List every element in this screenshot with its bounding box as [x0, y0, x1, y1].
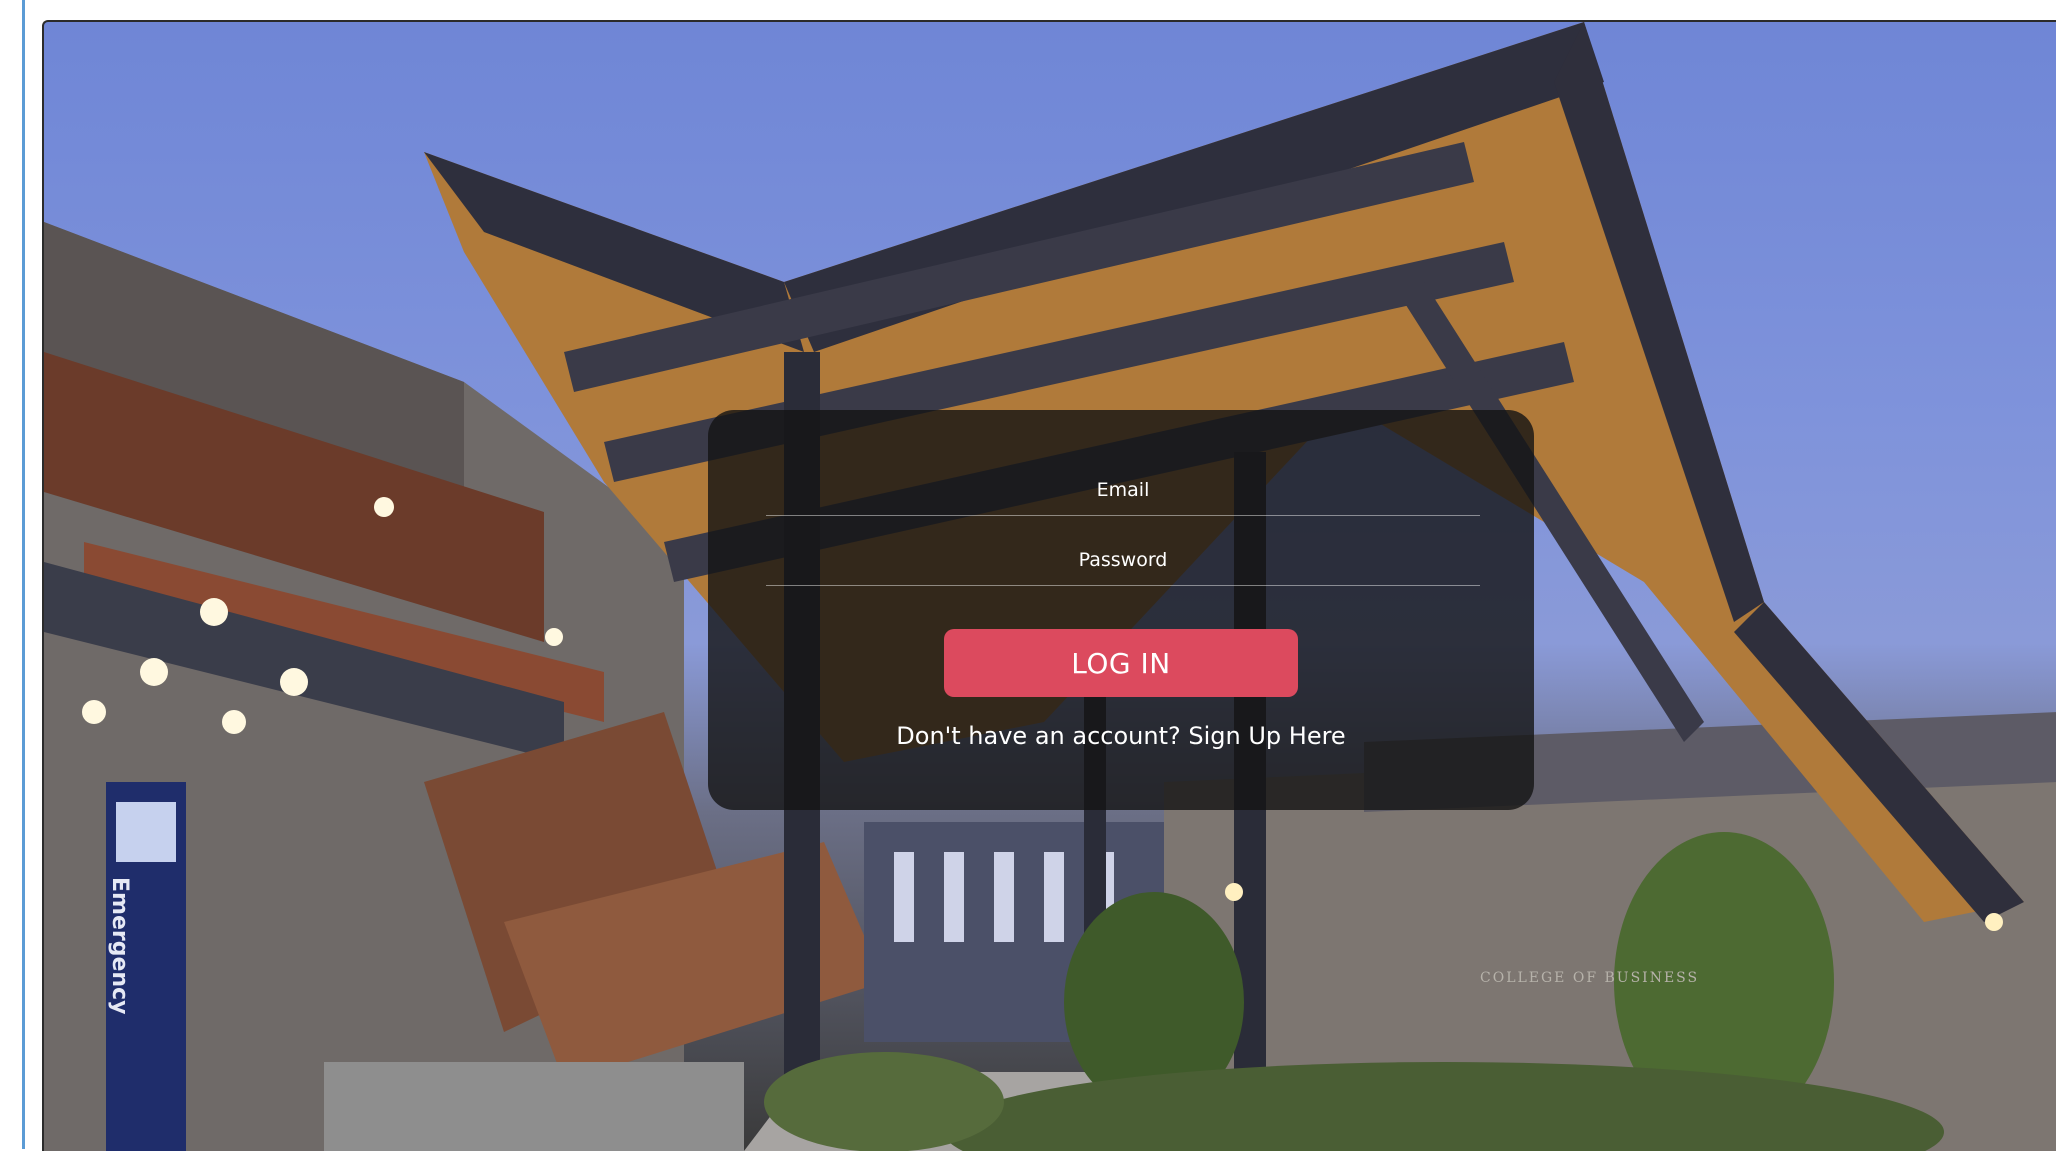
signup-link[interactable]: Sign Up Here	[1188, 722, 1345, 750]
password-input[interactable]	[766, 535, 1480, 586]
email-input[interactable]	[766, 465, 1480, 516]
login-card: LOG IN Don't have an account? Sign Up He…	[708, 410, 1534, 810]
signup-prompt: Don't have an account? Sign Up Here	[708, 722, 1534, 750]
login-button[interactable]: LOG IN	[944, 629, 1298, 697]
emergency-sign-text: Emergency	[107, 877, 132, 1015]
building-sign-text: COLLEGE OF BUSINESS	[1480, 970, 1700, 986]
background-photo: Emergency COLLEGE OF BUSINESS LOG IN Don…	[42, 20, 2056, 1151]
left-frame-border	[22, 0, 25, 1149]
signup-prompt-text: Don't have an account?	[896, 722, 1181, 750]
